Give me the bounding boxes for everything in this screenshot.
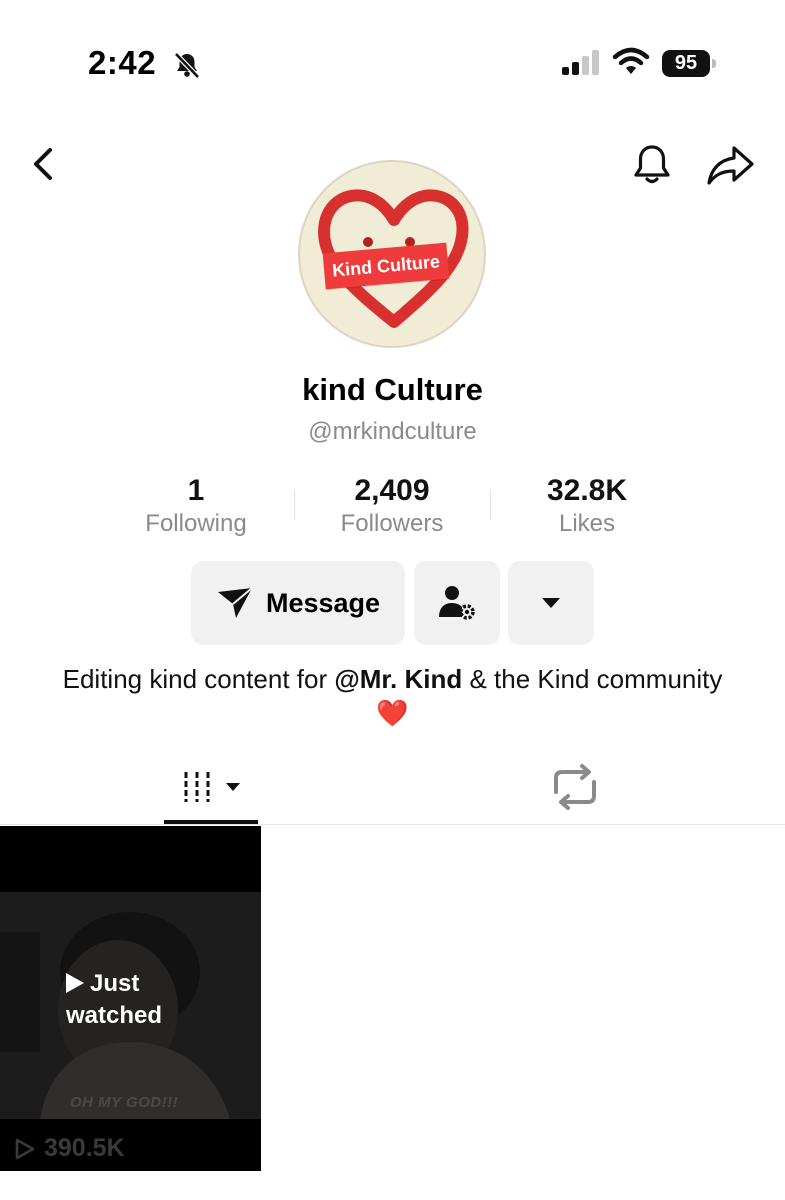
tab-videos[interactable] xyxy=(164,760,258,824)
friend-settings-button[interactable] xyxy=(414,561,500,645)
stat-followers-value: 2,409 xyxy=(354,474,430,507)
cellular-signal-icon xyxy=(562,50,599,75)
just-watched-line1: Just xyxy=(90,970,140,997)
battery-level: 95 xyxy=(662,50,710,77)
video-thumbnail[interactable]: OH MY GOD!!! Just watched 390.5K xyxy=(0,826,261,1171)
back-button[interactable] xyxy=(26,142,66,186)
message-button[interactable]: Message xyxy=(191,561,405,645)
message-button-label: Message xyxy=(265,587,381,618)
grid-icon xyxy=(184,772,210,802)
heart-emoji: ❤️ xyxy=(376,698,409,728)
stat-likes-value: 32.8K xyxy=(546,474,628,507)
caret-down-icon xyxy=(542,598,560,608)
share-arrow-icon[interactable] xyxy=(702,140,758,188)
stat-followers-label: Followers xyxy=(340,510,444,537)
user-gear-icon xyxy=(439,586,475,620)
bell-slash-icon xyxy=(174,52,200,79)
video-caption: OH MY GOD!!! xyxy=(70,1094,179,1111)
battery-indicator: 95 xyxy=(662,50,718,77)
stat-likes-label: Likes xyxy=(558,510,616,537)
stat-followers[interactable]: 2,409 Followers xyxy=(292,474,492,538)
paper-plane-icon xyxy=(217,587,253,618)
repost-icon[interactable] xyxy=(540,760,610,816)
stat-following[interactable]: 1 Following xyxy=(96,474,296,538)
play-icon xyxy=(66,973,84,993)
avatar[interactable]: Kind Culture xyxy=(298,160,486,348)
video-view-count: 390.5K xyxy=(12,1134,125,1163)
just-watched-line2: watched xyxy=(66,1002,163,1029)
video-views-value: 390.5K xyxy=(44,1134,125,1162)
just-watched-overlay: Just watched xyxy=(66,968,162,1032)
bio-text: & the Kind community xyxy=(462,664,723,694)
bell-icon[interactable] xyxy=(628,140,676,188)
profile-display-name: kind Culture xyxy=(302,372,483,407)
stat-likes[interactable]: 32.8K Likes xyxy=(487,474,687,538)
bio-text: Editing kind content for xyxy=(62,664,335,694)
tab-divider xyxy=(0,824,785,825)
bio-mention[interactable]: @Mr. Kind xyxy=(334,664,462,694)
profile-bio: Editing kind content for @Mr. Kind & the… xyxy=(60,662,725,730)
more-options-button[interactable] xyxy=(508,561,594,645)
wifi-icon xyxy=(612,47,650,74)
status-time: 2:42 xyxy=(88,44,157,81)
play-outline-icon xyxy=(15,1138,35,1159)
profile-username: @mrkindculture xyxy=(308,418,477,445)
stat-following-label: Following xyxy=(145,510,247,537)
stat-following-value: 1 xyxy=(187,474,205,507)
